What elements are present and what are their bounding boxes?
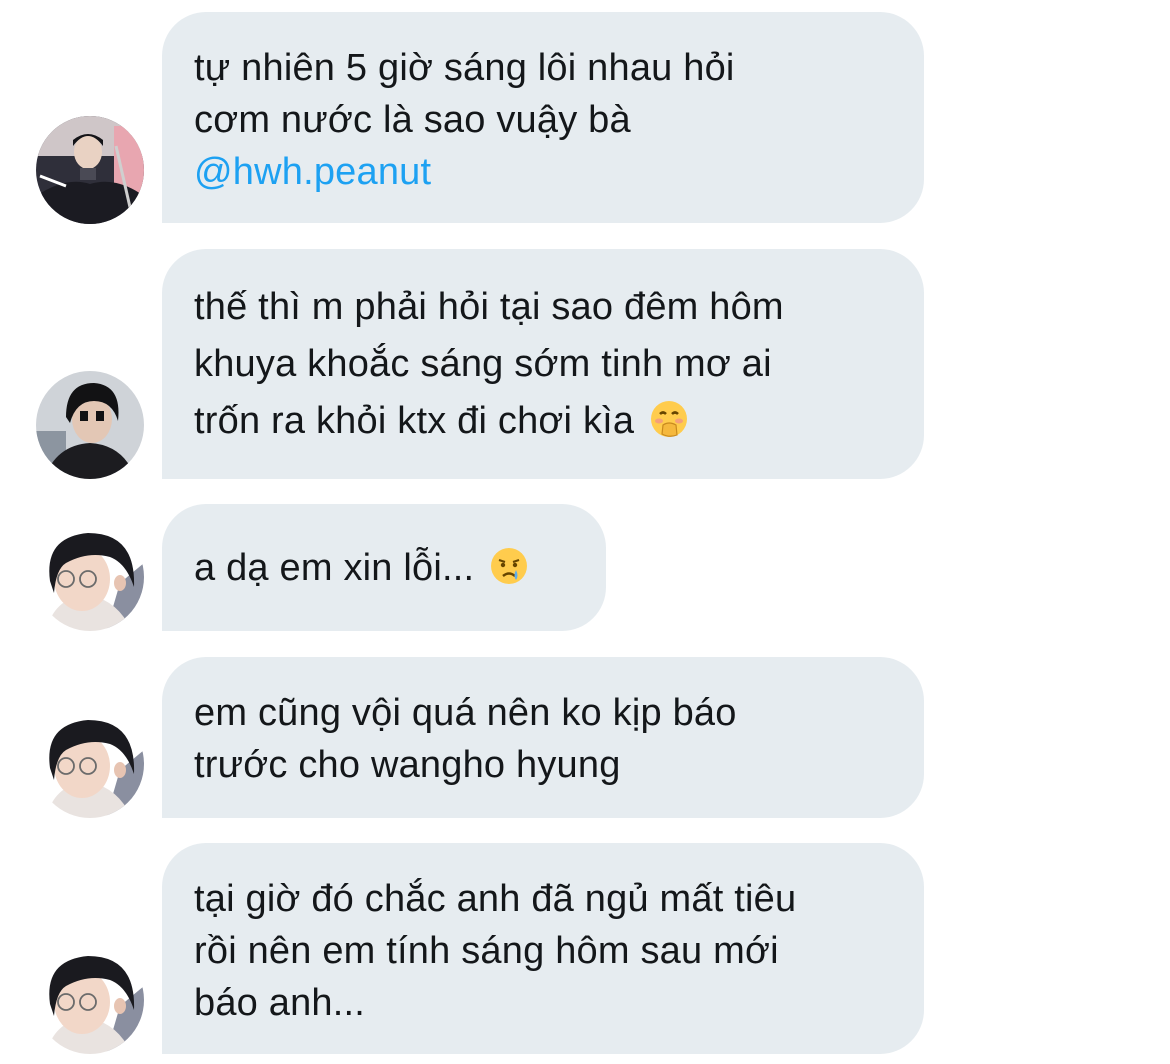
message-text-line: em cũng vội quá nên ko kịp báo [194,692,737,734]
mention-link[interactable]: @hwh.peanut [194,146,892,198]
message-text-line: a dạ em xin lỗi... [194,542,574,594]
face-with-hand-over-mouth-icon [649,399,689,439]
message-bubble[interactable]: tại giờ đó chắc anh đã ngủ mất tiêu rồi … [162,843,924,1054]
message-bubble[interactable]: a dạ em xin lỗi... [162,504,606,631]
user-avatar-3 [36,710,144,818]
avatar[interactable] [36,946,144,1054]
message-text-line: khuya khoắc sáng sớm tinh mơ ai [194,343,772,385]
conversation-thread: tự nhiên 5 giờ sáng lôi nhau hỏi cơm nướ… [0,0,1170,1064]
message-text-line: trước cho wangho hyung [194,744,621,786]
user-avatar-2 [36,371,144,479]
message-text-line: tại giờ đó chắc anh đã ngủ mất tiêu [194,878,797,920]
message-bubble[interactable]: em cũng vội quá nên ko kịp báo trước cho… [162,657,924,818]
message-bubble[interactable]: tự nhiên 5 giờ sáng lôi nhau hỏi cơm nướ… [162,12,924,223]
avatar[interactable] [36,523,144,631]
message-text-line: cơm nước là sao vuậy bà [194,99,631,141]
message-text-line: thế thì m phải hỏi tại sao đêm hôm [194,286,784,328]
message-text-line: tự nhiên 5 giờ sáng lôi nhau hỏi [194,47,735,89]
message-text-line: trốn ra khỏi ktx đi chơi kìa [194,393,892,450]
message-text-line: rồi nên em tính sáng hôm sau mới [194,930,779,972]
user-avatar-1 [36,116,144,224]
avatar[interactable] [36,116,144,224]
avatar[interactable] [36,710,144,818]
message-text-line: báo anh... [194,982,366,1024]
user-avatar-3 [36,946,144,1054]
message-text: trốn ra khỏi ktx đi chơi kìa [194,400,635,442]
avatar[interactable] [36,371,144,479]
message-bubble[interactable]: thế thì m phải hỏi tại sao đêm hôm khuya… [162,249,924,479]
user-avatar-3 [36,523,144,631]
crying-face-icon [489,546,529,586]
message-text: a dạ em xin lỗi... [194,547,475,589]
